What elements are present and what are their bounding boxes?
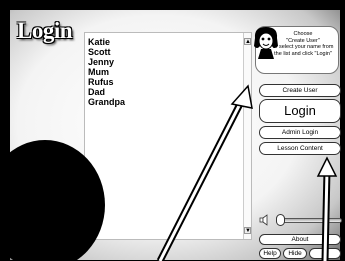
help-button[interactable]: Help xyxy=(259,248,281,259)
scroll-up-icon[interactable]: ▲ xyxy=(244,38,251,45)
help-tip-line: "Create User" xyxy=(286,37,320,44)
lesson-content-button[interactable]: Lesson Content xyxy=(259,142,341,155)
help-tip-line: Choose xyxy=(293,31,313,37)
user-list-item[interactable]: Jenny xyxy=(88,57,251,67)
volume-slider-knob[interactable] xyxy=(276,214,285,226)
user-list-item[interactable]: Rufus xyxy=(88,77,251,87)
user-list-scrollbar[interactable]: ▲ ▼ xyxy=(243,33,251,239)
login-button[interactable]: Login xyxy=(259,99,341,123)
help-tip-line: or select your name from xyxy=(272,44,334,51)
create-user-button[interactable]: Create User xyxy=(259,84,341,97)
user-list-item[interactable]: Grandpa xyxy=(88,97,251,107)
decorative-black-shape xyxy=(0,140,105,260)
scroll-down-icon[interactable]: ▼ xyxy=(244,227,251,234)
user-list-item[interactable]: Scott xyxy=(88,47,251,57)
cartoon-girl-icon xyxy=(254,27,278,59)
user-list-item[interactable]: Katie xyxy=(88,37,251,47)
user-list-item[interactable]: Dad xyxy=(88,87,251,97)
about-button[interactable]: About xyxy=(259,234,341,245)
speaker-icon[interactable] xyxy=(259,214,271,226)
admin-login-button[interactable]: Admin Login xyxy=(259,126,341,139)
volume-slider[interactable] xyxy=(278,218,342,223)
extra-button[interactable] xyxy=(309,248,341,259)
page-title: Login xyxy=(17,18,73,43)
user-list-item[interactable]: Mum xyxy=(88,67,251,77)
help-tip-line: the list and click "Login" xyxy=(274,50,332,57)
hide-button[interactable]: Hide xyxy=(283,248,307,259)
